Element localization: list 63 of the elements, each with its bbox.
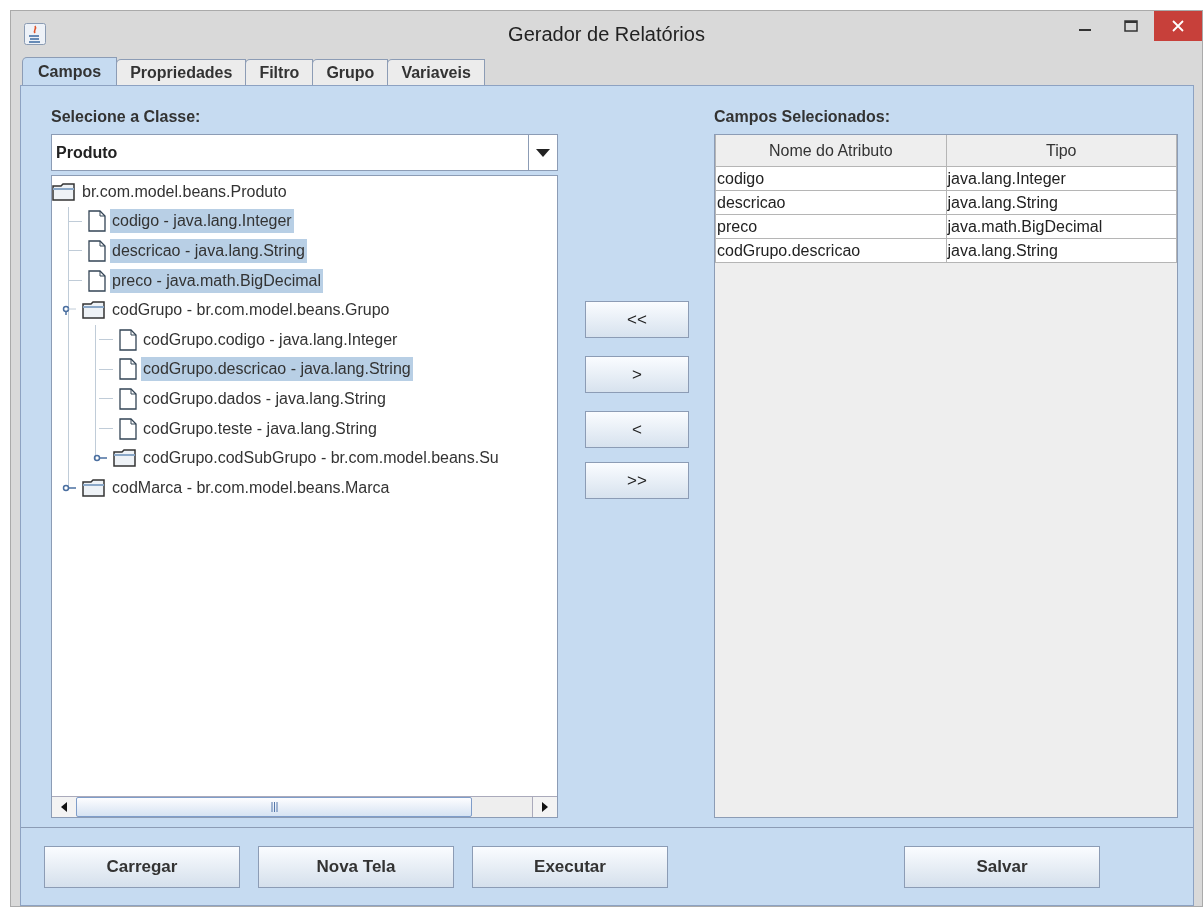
scroll-left-icon[interactable] <box>61 802 67 812</box>
action-button[interactable]: Salvar <box>904 845 1100 888</box>
move-button[interactable]: > <box>585 356 689 393</box>
tab[interactable]: Campos <box>22 57 118 85</box>
file-icon <box>119 417 137 440</box>
tree-node[interactable]: descricao - java.lang.String <box>110 239 307 263</box>
action-button[interactable]: Executar <box>472 845 668 888</box>
table-cell: codGrupo.descricao <box>715 238 946 263</box>
tree-node[interactable]: codGrupo.codSubGrupo - br.com.model.beans.Su <box>141 446 501 471</box>
folder-icon <box>113 449 137 468</box>
folder-icon <box>82 301 106 320</box>
tab[interactable]: Variaveis <box>387 59 485 85</box>
file-icon <box>88 210 106 233</box>
class-label: Selecione a Classe: <box>51 108 201 125</box>
table-cell: java.math.BigDecimal <box>946 214 1177 239</box>
minimize-icon <box>1079 29 1091 31</box>
expand-handle-icon[interactable] <box>62 482 76 493</box>
table-cell: java.lang.String <box>946 190 1177 215</box>
close-button[interactable] <box>1154 11 1202 41</box>
window-title: Gerador de Relatórios <box>508 22 705 45</box>
table-cell: codigo <box>715 166 946 191</box>
file-icon <box>88 269 106 292</box>
collapse-handle-icon[interactable] <box>62 305 76 316</box>
scroll-right-icon[interactable] <box>542 802 548 812</box>
horizontal-scrollbar[interactable] <box>52 796 557 817</box>
tree-node[interactable]: codGrupo.teste - java.lang.String <box>141 416 379 441</box>
file-icon <box>119 387 137 410</box>
tree-node[interactable]: codGrupo - br.com.model.beans.Grupo <box>110 298 392 323</box>
table-cell: descricao <box>715 190 946 215</box>
app-icon <box>24 23 46 45</box>
grip-icon <box>270 802 278 812</box>
class-dropdown[interactable]: Produto <box>51 134 558 171</box>
action-button[interactable]: Nova Tela <box>258 845 454 888</box>
tree-node[interactable]: br.com.model.beans.Produto <box>80 179 289 204</box>
selected-fields-label: Campos Selecionados: <box>714 108 891 125</box>
table-cell: java.lang.Integer <box>946 166 1177 191</box>
tab[interactable]: Propriedades <box>116 59 247 85</box>
tree-node[interactable]: codGrupo.codigo - java.lang.Integer <box>141 327 400 352</box>
move-button[interactable]: << <box>585 301 689 338</box>
file-icon <box>88 240 106 262</box>
file-icon <box>119 358 137 381</box>
tree-node[interactable]: codGrupo.descricao - java.lang.String <box>141 357 413 382</box>
file-icon <box>119 328 137 351</box>
tab[interactable]: Grupo <box>312 59 389 85</box>
column-header[interactable]: Nome do Atributo <box>715 135 946 167</box>
folder-icon <box>52 182 76 201</box>
move-button[interactable]: < <box>585 411 689 448</box>
maximize-icon <box>1124 20 1138 32</box>
class-tree[interactable] <box>51 175 558 818</box>
tab[interactable]: Filtro <box>245 59 314 85</box>
action-button[interactable]: Carregar <box>44 845 240 888</box>
tree-node[interactable]: codMarca - br.com.model.beans.Marca <box>110 475 392 500</box>
tree-node[interactable]: codGrupo.dados - java.lang.String <box>141 386 388 411</box>
dropdown-arrow-icon <box>536 148 550 157</box>
move-button[interactable]: >> <box>585 462 689 499</box>
table-cell: java.lang.String <box>946 238 1177 263</box>
close-icon <box>1172 20 1184 32</box>
folder-icon <box>82 478 106 497</box>
expand-handle-icon[interactable] <box>93 453 107 464</box>
tree-node[interactable]: codigo - java.lang.Integer <box>110 209 294 234</box>
table-cell: preco <box>715 214 946 239</box>
tree-node[interactable]: preco - java.math.BigDecimal <box>110 268 323 293</box>
column-header[interactable]: Tipo <box>946 135 1177 167</box>
